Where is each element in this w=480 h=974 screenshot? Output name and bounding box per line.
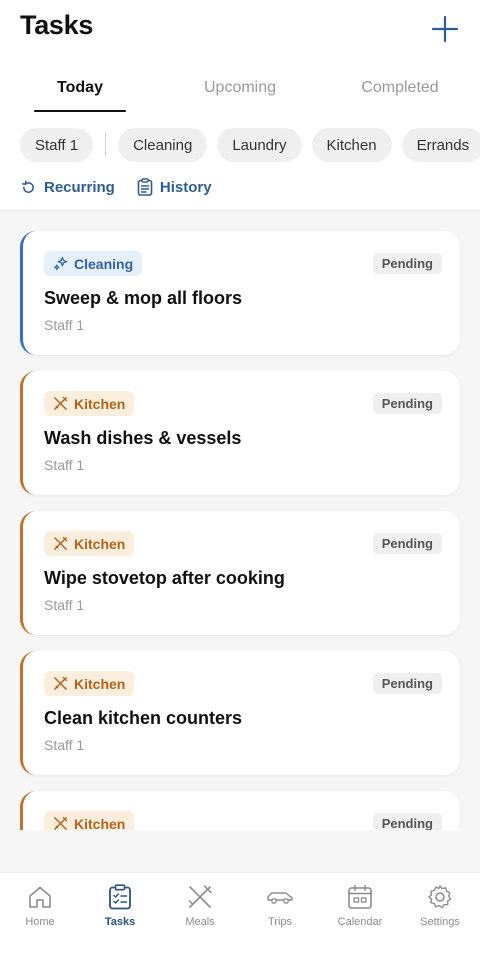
task-assignee: Staff 1 — [44, 457, 85, 473]
task-card[interactable]: Kitchen Pending Wipe stovetop after cook… — [20, 511, 460, 635]
task-list[interactable]: Cleaning Pending Sweep & mop all floors … — [0, 211, 480, 830]
category-tag: Kitchen — [44, 531, 135, 556]
nav-tasks[interactable]: Tasks — [80, 873, 160, 974]
tab-today[interactable]: Today — [0, 70, 160, 114]
task-title: Wipe stovetop after cooking — [44, 568, 285, 588]
app-screen: Tasks Today Upcoming Completed Staff 1 C… — [0, 0, 480, 974]
utensils-icon — [54, 676, 68, 690]
category-tag: Kitchen — [44, 671, 135, 696]
task-card[interactable]: Kitchen Pending — [20, 791, 460, 830]
category-label: Kitchen — [74, 395, 126, 412]
task-assignee: Staff 1 — [44, 317, 85, 333]
utensils-icon — [54, 536, 68, 550]
recurring-link[interactable]: Recurring — [20, 179, 115, 196]
chip-cleaning[interactable]: Cleaning — [118, 128, 208, 162]
nav-label: Settings — [420, 916, 460, 928]
calendar-icon — [348, 885, 372, 909]
nav-home[interactable]: Home — [0, 873, 80, 974]
list-footer-space — [0, 830, 480, 872]
filter-chips: Staff 1 Cleaning Laundry Kitchen Errands — [20, 127, 480, 163]
status-badge: Pending — [372, 393, 442, 414]
history-link[interactable]: History — [137, 178, 212, 196]
clipboard-check-icon — [109, 884, 131, 910]
home-icon — [29, 886, 51, 908]
chip-divider — [105, 133, 107, 157]
nav-label: Calendar — [337, 916, 383, 928]
quick-links: Recurring History — [20, 176, 212, 198]
nav-label: Meals — [185, 916, 215, 928]
status-badge: Pending — [372, 673, 442, 694]
chip-laundry[interactable]: Laundry — [217, 128, 302, 162]
status-badge: Pending — [372, 253, 442, 274]
car-icon — [267, 892, 293, 904]
chip-staff[interactable]: Staff 1 — [20, 128, 94, 162]
recurring-label: Recurring — [44, 178, 115, 196]
bottom-nav: Home Tasks Meals Trips Calendar Settings — [0, 872, 480, 974]
utensils-icon — [188, 885, 212, 908]
nav-calendar[interactable]: Calendar — [320, 873, 400, 974]
category-label: Kitchen — [74, 815, 126, 831]
task-title: Wash dishes & vessels — [44, 428, 242, 448]
task-title: Sweep & mop all floors — [44, 288, 243, 308]
nav-settings[interactable]: Settings — [400, 873, 480, 974]
category-tag: Kitchen — [44, 811, 135, 831]
add-task-button[interactable] — [428, 12, 462, 46]
task-assignee: Staff 1 — [44, 597, 85, 613]
nav-trips[interactable]: Trips — [240, 873, 320, 974]
header: Tasks — [0, 0, 480, 60]
utensils-icon — [54, 396, 68, 410]
status-badge: Pending — [372, 813, 442, 830]
task-card[interactable]: Kitchen Pending Wash dishes & vessels St… — [20, 371, 460, 495]
category-label: Kitchen — [74, 675, 126, 692]
task-title: Clean kitchen counters — [44, 708, 243, 728]
plus-icon — [431, 15, 459, 43]
nav-label: Trips — [267, 916, 293, 928]
task-assignee: Staff 1 — [44, 737, 85, 753]
gear-icon — [428, 885, 452, 909]
sparkles-icon — [53, 256, 68, 271]
nav-label: Tasks — [104, 916, 136, 928]
nav-label: Home — [25, 916, 55, 928]
category-tag: Cleaning — [44, 251, 143, 276]
chip-errands[interactable]: Errands — [401, 128, 480, 162]
nav-meals[interactable]: Meals — [160, 873, 240, 974]
task-card[interactable]: Kitchen Pending Clean kitchen counters S… — [20, 651, 460, 775]
category-tag: Kitchen — [44, 391, 135, 416]
clipboard-icon — [137, 178, 153, 196]
task-card[interactable]: Cleaning Pending Sweep & mop all floors … — [20, 231, 460, 355]
tab-completed[interactable]: Completed — [320, 70, 480, 114]
chip-kitchen[interactable]: Kitchen — [311, 128, 392, 162]
category-label: Cleaning — [74, 255, 134, 272]
history-label: History — [159, 178, 212, 196]
utensils-icon — [54, 816, 68, 830]
refresh-icon — [21, 179, 34, 193]
page-title: Tasks — [20, 10, 94, 40]
status-badge: Pending — [372, 533, 442, 554]
category-label: Kitchen — [74, 535, 126, 552]
tab-bar: Today Upcoming Completed — [0, 70, 480, 114]
tab-upcoming[interactable]: Upcoming — [160, 70, 320, 114]
